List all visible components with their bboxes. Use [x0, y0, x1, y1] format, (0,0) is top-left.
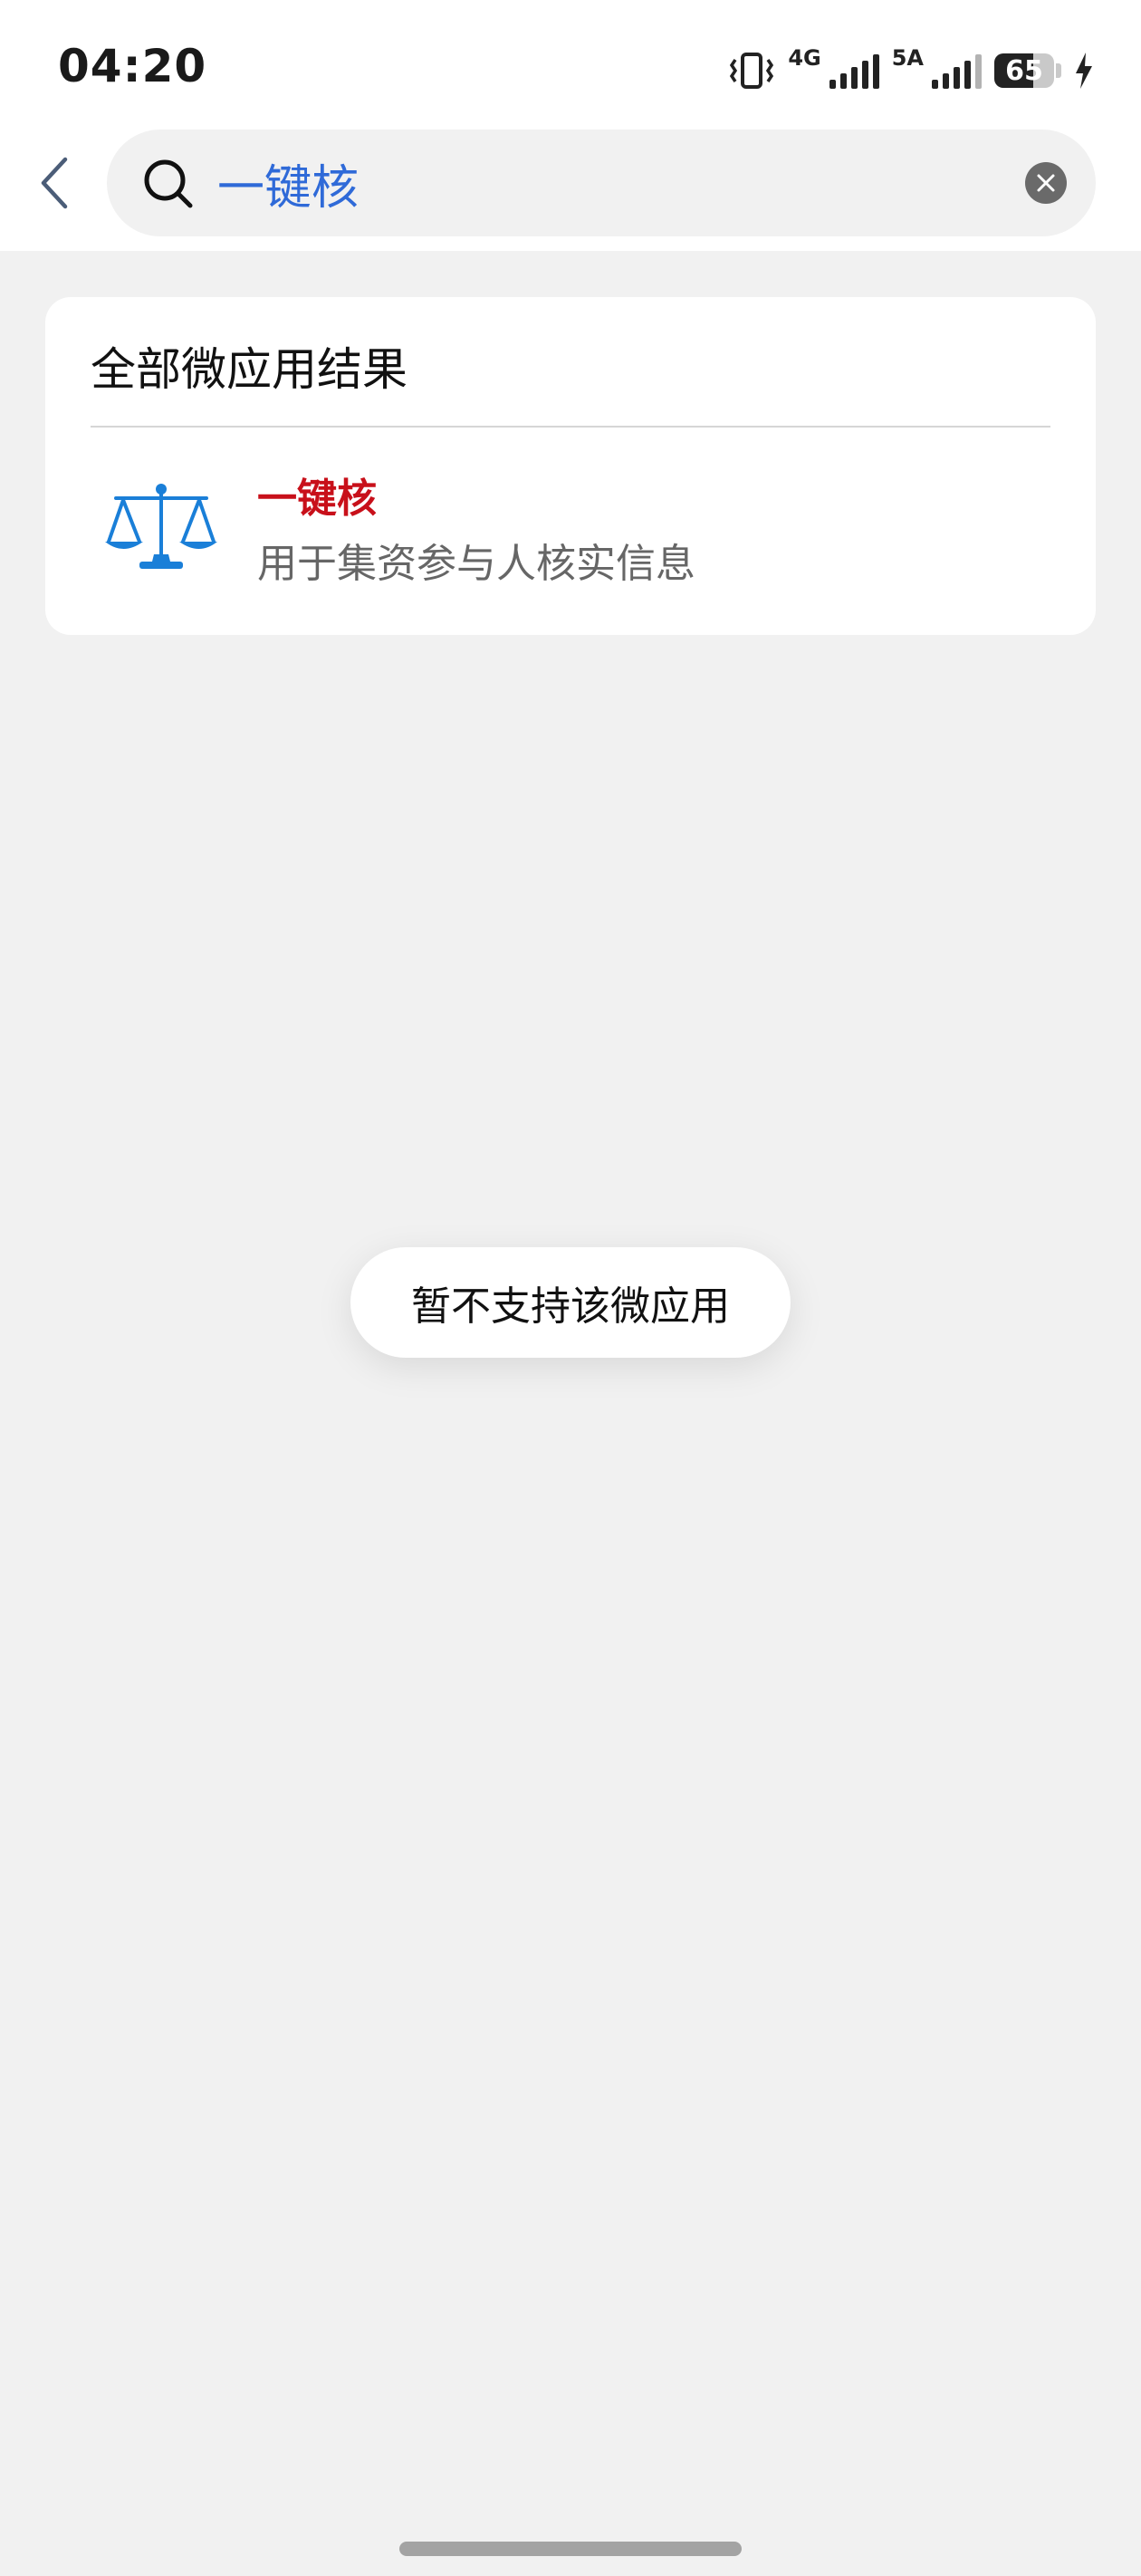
- result-item[interactable]: 一键核 用于集资参与人核实信息: [45, 428, 1096, 635]
- search-input[interactable]: [217, 151, 942, 215]
- toast-message: 暂不支持该微应用: [350, 1247, 791, 1358]
- top-bar: 04:20 4G 5A 65: [0, 0, 1141, 251]
- signal-icon: 4G: [788, 47, 879, 89]
- results-card: 全部微应用结果 一键核 用于集资参与人核实信息: [45, 297, 1096, 635]
- section-title: 全部微应用结果: [91, 343, 408, 396]
- status-icons: 4G 5A 65: [728, 43, 1094, 98]
- status-time: 04:20: [58, 40, 207, 92]
- search-box[interactable]: [107, 130, 1096, 236]
- back-button[interactable]: [27, 147, 82, 219]
- signal-icon: 5A: [892, 47, 982, 89]
- charging-icon: [1076, 53, 1092, 89]
- clear-icon: [1037, 174, 1055, 192]
- chevron-left-icon: [41, 157, 68, 209]
- clear-button[interactable]: [1025, 162, 1067, 204]
- app-description: 用于集资参与人核实信息: [257, 541, 695, 587]
- home-indicator[interactable]: [399, 2542, 742, 2556]
- network-label-5a: 5A: [891, 45, 924, 71]
- app-name: 一键核: [257, 476, 377, 522]
- battery-icon: 65: [994, 53, 1054, 88]
- vibrate-icon: [730, 53, 774, 89]
- battery-percent: 65: [1005, 54, 1043, 87]
- search-icon: [144, 159, 193, 208]
- scales-icon: [105, 484, 217, 569]
- network-label-4g: 4G: [788, 45, 821, 71]
